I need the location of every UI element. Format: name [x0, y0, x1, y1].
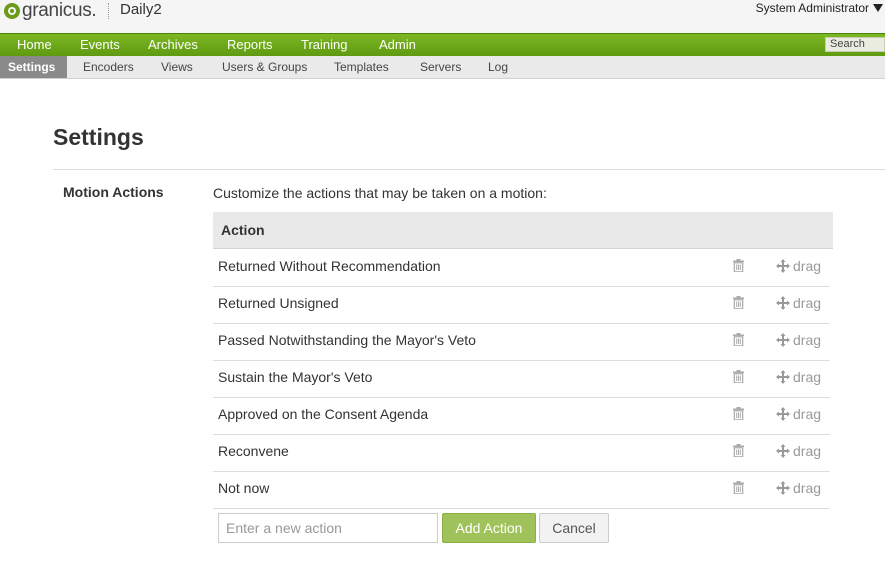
nav-archives[interactable]: Archives: [148, 37, 198, 52]
drag-handle[interactable]: drag: [776, 406, 821, 422]
action-label: Passed Notwithstanding the Mayor's Veto: [218, 332, 476, 348]
caret-down-icon: [873, 4, 883, 12]
drag-handle[interactable]: drag: [776, 369, 821, 385]
action-label: Not now: [218, 480, 270, 496]
move-icon: [776, 370, 790, 384]
trash-icon[interactable]: [733, 407, 744, 420]
tab-servers[interactable]: Servers: [420, 60, 461, 74]
drag-label: drag: [793, 258, 822, 274]
nav-admin[interactable]: Admin: [379, 37, 416, 52]
drag-label: drag: [793, 406, 822, 422]
move-icon: [776, 296, 790, 310]
action-label: Reconvene: [218, 443, 289, 459]
drag-handle[interactable]: drag: [776, 332, 821, 348]
top-bar: granicus. Daily2 System Administrator: [0, 0, 885, 33]
trash-icon[interactable]: [733, 444, 744, 457]
trash-icon[interactable]: [733, 259, 744, 272]
granicus-logo-icon: [4, 3, 20, 19]
nav-home[interactable]: Home: [17, 37, 52, 52]
table-row: Passed Notwithstanding the Mayor's Veto d…: [213, 323, 830, 361]
section-description: Customize the actions that may be taken …: [213, 185, 547, 201]
brand-name: granicus.: [22, 0, 97, 21]
cancel-button[interactable]: Cancel: [539, 513, 609, 543]
column-header-action: Action: [221, 222, 265, 238]
table-row: Reconvene drag: [213, 434, 830, 472]
tab-users-groups[interactable]: Users & Groups: [222, 60, 307, 74]
drag-label: drag: [793, 480, 822, 496]
tab-settings[interactable]: Settings: [0, 56, 67, 78]
trash-icon[interactable]: [733, 333, 744, 346]
drag-handle[interactable]: drag: [776, 295, 821, 311]
drag-label: drag: [793, 369, 822, 385]
trash-icon[interactable]: [733, 370, 744, 383]
nav-reports[interactable]: Reports: [227, 37, 273, 52]
move-icon: [776, 407, 790, 421]
nav-training[interactable]: Training: [301, 37, 347, 52]
new-action-input[interactable]: [218, 513, 438, 543]
user-name: System Administrator: [755, 1, 869, 15]
drag-handle[interactable]: drag: [776, 480, 821, 496]
drag-handle[interactable]: drag: [776, 443, 821, 459]
drag-handle[interactable]: drag: [776, 258, 821, 274]
action-label: Approved on the Consent Agenda: [218, 406, 429, 422]
page-title: Settings: [53, 124, 144, 150]
drag-label: drag: [793, 332, 822, 348]
search-input[interactable]: Search: [825, 37, 885, 52]
trash-icon[interactable]: [733, 481, 744, 494]
nav-events[interactable]: Events: [80, 37, 120, 52]
section-label: Motion Actions: [63, 184, 164, 200]
trash-icon[interactable]: [733, 296, 744, 309]
table-row: Not now drag: [213, 471, 830, 509]
table-row: Returned Unsigned drag: [213, 286, 830, 324]
move-icon: [776, 444, 790, 458]
title-divider: [53, 169, 885, 170]
table-header: Action: [213, 212, 833, 249]
tab-log[interactable]: Log: [488, 60, 508, 74]
move-icon: [776, 259, 790, 273]
drag-label: drag: [793, 443, 822, 459]
table-row: Returned Without Recommendation drag: [213, 249, 830, 287]
add-action-button[interactable]: Add Action: [442, 513, 536, 543]
tab-settings-label: Settings: [8, 60, 56, 74]
sub-nav: Settings Encoders Views Users & Groups T…: [0, 56, 885, 79]
tab-views[interactable]: Views: [161, 60, 193, 74]
site-name: Daily2: [120, 1, 162, 18]
drag-label: drag: [793, 295, 822, 311]
table-row: Approved on the Consent Agenda drag: [213, 397, 830, 435]
tab-encoders[interactable]: Encoders: [83, 60, 134, 74]
main-nav: Home Events Archives Reports Training Ad…: [0, 33, 885, 56]
action-label: Returned Unsigned: [218, 295, 339, 311]
user-menu[interactable]: System Administrator: [756, 1, 883, 15]
granicus-logo[interactable]: granicus.: [4, 0, 97, 21]
move-icon: [776, 333, 790, 347]
action-label: Sustain the Mayor's Veto: [218, 369, 373, 385]
header-divider: [108, 3, 110, 19]
tab-templates[interactable]: Templates: [334, 60, 389, 74]
move-icon: [776, 481, 790, 495]
action-label: Returned Without Recommendation: [218, 258, 441, 274]
table-row: Sustain the Mayor's Veto drag: [213, 360, 830, 398]
